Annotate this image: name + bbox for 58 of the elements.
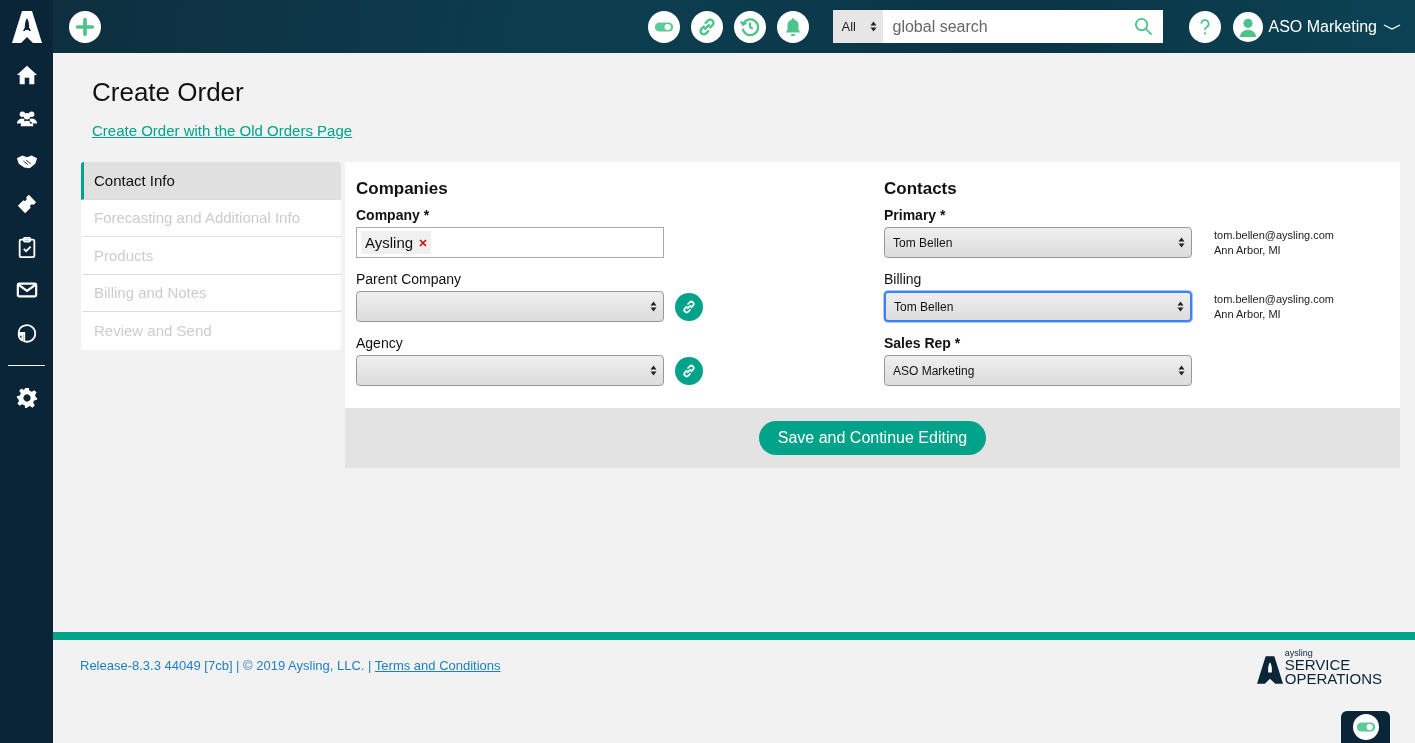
history-button[interactable]: [733, 10, 766, 43]
select-arrows-icon: [1178, 365, 1185, 376]
link-icon: [681, 298, 697, 315]
select-arrows-icon: [1177, 301, 1184, 312]
toggle-widget[interactable]: [1341, 711, 1390, 743]
link-icon: [681, 362, 697, 379]
logo-small-text: aysling: [1284, 648, 1314, 658]
field-label: Agency: [356, 335, 404, 351]
select-field[interactable]: [356, 291, 664, 322]
section-heading: Companies: [356, 179, 449, 199]
field-label: Billing: [884, 271, 923, 287]
remove-icon[interactable]: [419, 238, 428, 247]
field-label: Parent Company: [356, 271, 463, 287]
select-arrows-icon: [869, 21, 877, 32]
contact-email: tom.bellen@aysling.com: [1214, 291, 1334, 307]
notifications-button[interactable]: [776, 10, 809, 43]
section-heading: Contacts: [884, 179, 958, 199]
help-button[interactable]: [1188, 10, 1221, 43]
add-button[interactable]: [69, 10, 101, 43]
select-arrows-icon: [650, 301, 657, 312]
contact-location: Ann Arbor, MI: [1214, 242, 1282, 258]
contact-email: tom.bellen@aysling.com: [1214, 227, 1334, 243]
select-arrows-icon: [1178, 237, 1185, 248]
step-tab[interactable]: Contact Info: [81, 162, 341, 200]
settings-icon[interactable]: [15, 387, 38, 409]
field-label: Company *: [356, 207, 431, 223]
search-field[interactable]: global search: [882, 10, 1130, 43]
select-arrows-icon: [650, 365, 657, 376]
chart-icon[interactable]: [15, 322, 38, 344]
company-tag: Aysling: [361, 231, 432, 254]
link-button[interactable]: [675, 292, 703, 321]
chevron-icon: [1383, 22, 1401, 31]
select-field[interactable]: Tom Bellen: [884, 291, 1192, 322]
release-info: Release-8.3.3 44049 [7cb] | © 2019 Aysling, LLC. |: [80, 658, 372, 673]
select-field[interactable]: Tom Bellen: [884, 227, 1192, 258]
logo-icon: [1256, 654, 1283, 686]
toggle-button[interactable]: [647, 10, 680, 43]
logo-text: SERVICE: [1284, 658, 1352, 672]
search-icon: [1133, 17, 1153, 36]
mail-icon[interactable]: [15, 279, 38, 301]
user-menu[interactable]: ASO Marketing: [1232, 11, 1401, 42]
select-field[interactable]: ASO Marketing: [884, 355, 1192, 386]
ticket-icon[interactable]: [15, 193, 38, 215]
field-label: Sales Rep *: [884, 335, 962, 351]
search-scope-select[interactable]: All: [832, 10, 883, 43]
field-label: Primary *: [884, 207, 947, 223]
link-button[interactable]: [675, 356, 703, 385]
plus-icon: [74, 15, 96, 38]
home-icon[interactable]: [15, 64, 38, 86]
page-title: Create Order: [92, 77, 245, 108]
terms-link[interactable]: Terms and Conditions: [374, 658, 501, 673]
logo-icon[interactable]: [11, 10, 42, 43]
select-field[interactable]: [356, 355, 664, 386]
company-field[interactable]: Aysling: [356, 227, 664, 258]
history-icon: [738, 15, 761, 38]
contact-location: Ann Arbor, MI: [1214, 306, 1282, 322]
logo-text: OPERATIONS: [1284, 672, 1382, 686]
links-button[interactable]: [690, 10, 723, 43]
